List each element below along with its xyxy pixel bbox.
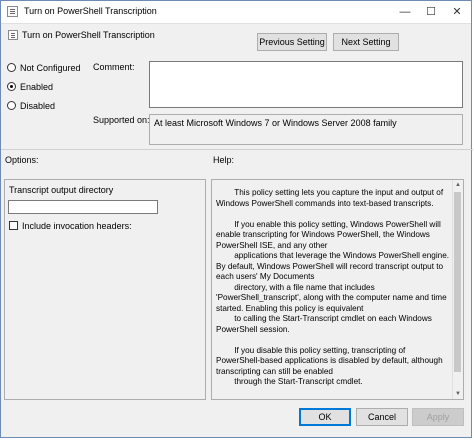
not-configured-label: Not Configured	[20, 63, 81, 73]
policy-dialog-window: Turn on PowerShell Transcription — ☐ ✕ T…	[0, 0, 473, 438]
scroll-thumb[interactable]	[454, 192, 461, 372]
help-panel: This policy setting lets you capture the…	[211, 179, 464, 400]
window-title: Turn on PowerShell Transcription	[24, 6, 157, 16]
apply-button[interactable]: Apply	[412, 408, 464, 426]
divider	[1, 149, 473, 150]
supported-on-label: Supported on:	[93, 115, 150, 125]
scroll-up-arrow-icon[interactable]: ▲	[453, 180, 463, 190]
transcript-directory-label: Transcript output directory	[9, 185, 114, 195]
comment-textarea[interactable]	[149, 61, 463, 108]
policy-setting-icon	[8, 30, 18, 40]
disabled-label: Disabled	[20, 101, 56, 111]
options-panel: Transcript output directory Include invo…	[4, 179, 206, 400]
supported-on-value: At least Microsoft Windows 7 or Windows …	[149, 114, 463, 145]
comment-label: Comment:	[93, 62, 135, 72]
include-headers-checkbox[interactable]	[9, 221, 18, 230]
title-bar: Turn on PowerShell Transcription — ☐ ✕	[1, 1, 471, 24]
maximize-button[interactable]: ☐	[417, 1, 445, 23]
cancel-button[interactable]: Cancel	[356, 408, 408, 426]
options-heading: Options:	[5, 155, 39, 165]
radio-circle-checked[interactable]	[7, 82, 16, 91]
minimize-button[interactable]: —	[391, 1, 419, 23]
radio-circle[interactable]	[7, 101, 16, 110]
radio-circle[interactable]	[7, 63, 16, 72]
policy-app-icon	[7, 6, 18, 17]
help-scrollbar[interactable]: ▲ ▼	[452, 180, 463, 399]
ok-button[interactable]: OK	[299, 408, 351, 426]
scroll-down-arrow-icon[interactable]: ▼	[453, 389, 463, 399]
help-text: This policy setting lets you capture the…	[216, 188, 450, 386]
next-setting-button[interactable]: Next Setting	[333, 33, 399, 51]
include-headers-label: Include invocation headers:	[22, 221, 132, 231]
transcript-directory-input[interactable]	[8, 200, 158, 214]
policy-name: Turn on PowerShell Transcription	[22, 30, 155, 40]
close-button[interactable]: ✕	[443, 1, 471, 23]
help-heading: Help:	[213, 155, 235, 165]
previous-setting-button[interactable]: Previous Setting	[257, 33, 327, 51]
enabled-label: Enabled	[20, 82, 54, 92]
